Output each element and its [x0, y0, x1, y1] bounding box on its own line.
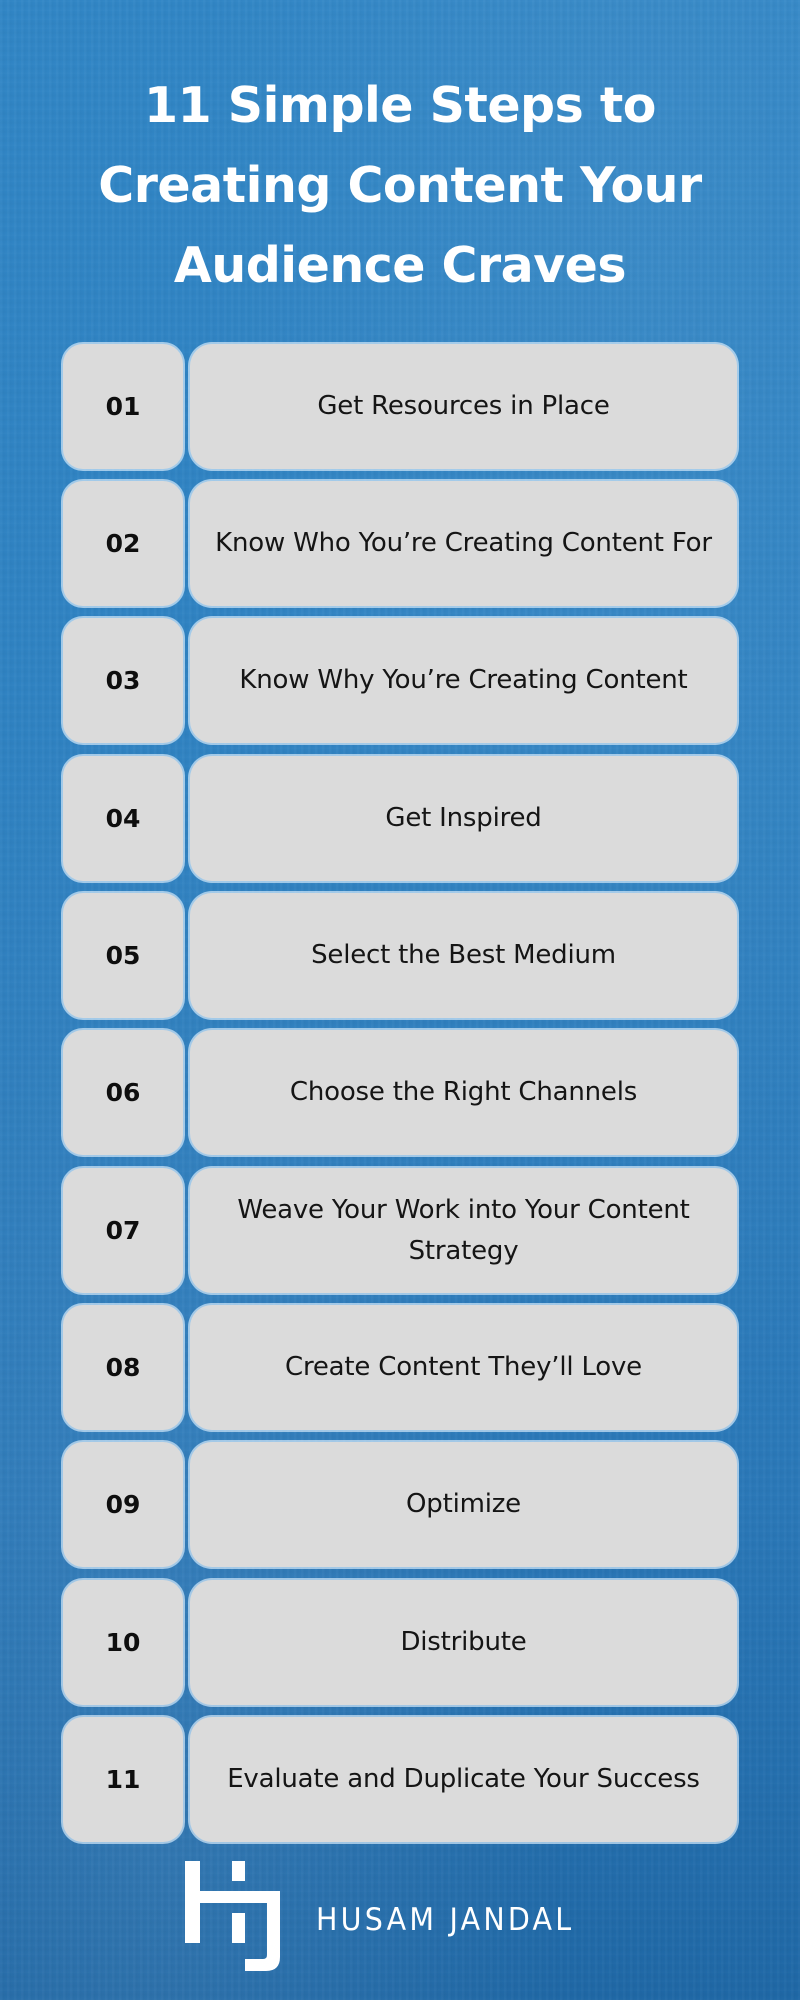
step-label: Know Who You’re Creating Content For [190, 481, 737, 606]
step-row: 10 Distribute [63, 1580, 737, 1705]
step-number: 06 [63, 1030, 183, 1155]
title-line-2: Creating Content Your [98, 157, 702, 214]
step-number: 02 [63, 481, 183, 606]
step-row: 08 Create Content They’ll Love [63, 1305, 737, 1430]
step-number: 01 [63, 344, 183, 469]
step-label: Evaluate and Duplicate Your Success [190, 1717, 737, 1842]
step-number: 07 [63, 1168, 183, 1293]
footer-brand: HUSAM JANDAL [0, 1855, 800, 1995]
step-label: Optimize [190, 1442, 737, 1567]
step-number: 03 [63, 618, 183, 743]
step-label: Create Content They’ll Love [190, 1305, 737, 1430]
hj-monogram-logo-icon [185, 1861, 280, 1971]
step-number: 09 [63, 1442, 183, 1567]
step-label: Get Inspired [190, 756, 737, 881]
step-row: 04 Get Inspired [63, 756, 737, 881]
page-title: 11 Simple Steps to Creating Content Your… [0, 66, 800, 306]
step-label: Select the Best Medium [190, 893, 737, 1018]
step-number: 10 [63, 1580, 183, 1705]
brand-name: HUSAM JANDAL [316, 1902, 575, 1938]
step-label: Get Resources in Place [190, 344, 737, 469]
step-number: 04 [63, 756, 183, 881]
step-label: Distribute [190, 1580, 737, 1705]
step-number: 11 [63, 1717, 183, 1842]
title-line-3: Audience Craves [173, 237, 627, 294]
step-row: 01 Get Resources in Place [63, 344, 737, 469]
step-row: 05 Select the Best Medium [63, 893, 737, 1018]
step-label: Weave Your Work into Your Content Strate… [190, 1168, 737, 1293]
step-label: Know Why You’re Creating Content [190, 618, 737, 743]
step-row: 03 Know Why You’re Creating Content [63, 618, 737, 743]
step-number: 05 [63, 893, 183, 1018]
step-label: Choose the Right Channels [190, 1030, 737, 1155]
step-row: 06 Choose the Right Channels [63, 1030, 737, 1155]
step-row: 07 Weave Your Work into Your Content Str… [63, 1168, 737, 1293]
title-line-1: 11 Simple Steps to [144, 77, 656, 134]
step-number: 08 [63, 1305, 183, 1430]
step-row: 11 Evaluate and Duplicate Your Success [63, 1717, 737, 1842]
step-row: 09 Optimize [63, 1442, 737, 1567]
step-row: 02 Know Who You’re Creating Content For [63, 481, 737, 606]
